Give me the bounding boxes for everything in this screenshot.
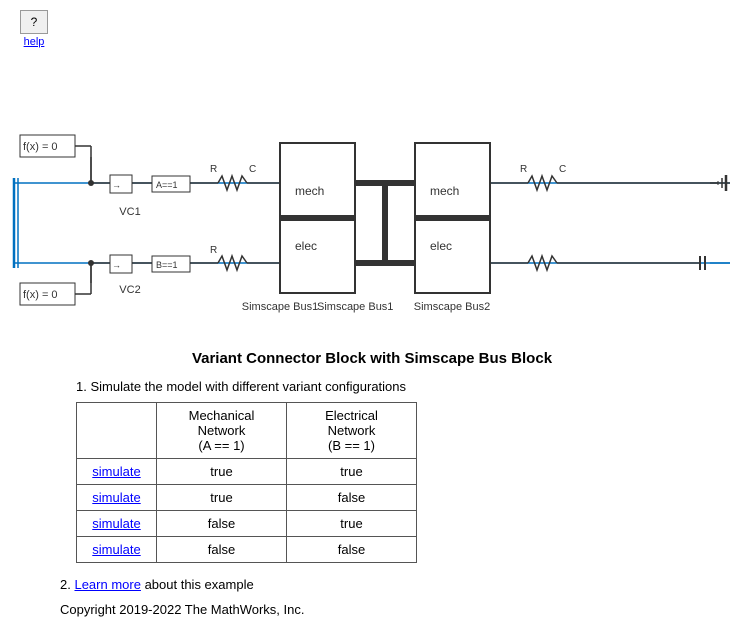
svg-text:VC2: VC2 [119, 284, 140, 296]
elec-value: false [287, 485, 417, 511]
simulate-link[interactable]: simulate [92, 542, 140, 557]
elec-value: true [287, 459, 417, 485]
svg-text:R: R [520, 164, 527, 175]
step1-description: Simulate the model with different varian… [90, 379, 406, 394]
mech-value: true [157, 485, 287, 511]
svg-text:mech: mech [295, 184, 324, 198]
elec-value: true [287, 511, 417, 537]
svg-text:Simscape Bus1: Simscape Bus1 [242, 301, 318, 313]
table-row: simulate truefalse [77, 485, 417, 511]
svg-text:elec: elec [295, 239, 317, 253]
svg-text:A==1: A==1 [156, 180, 178, 190]
col1-header [77, 403, 157, 459]
svg-text:f(x) = 0: f(x) = 0 [23, 289, 58, 301]
svg-text:R: R [210, 164, 217, 175]
simulate-link[interactable]: simulate [92, 516, 140, 531]
table-row: simulate falsefalse [77, 537, 417, 563]
svg-text:→: → [112, 180, 121, 190]
simulate-link[interactable]: simulate [92, 464, 140, 479]
table-body: simulatetruetruesimulatetruefalsesimulat… [77, 459, 417, 563]
simulate-cell: simulate [77, 459, 157, 485]
col2-header: Mechanical Network(A == 1) [157, 403, 287, 459]
mech-value: false [157, 511, 287, 537]
table-row: simulate falsetrue [77, 511, 417, 537]
table-row: simulate truetrue [77, 459, 417, 485]
config-table: Mechanical Network(A == 1) Electrical Ne… [76, 402, 417, 563]
step1-text: 1. Simulate the model with different var… [76, 379, 684, 394]
step2-number: 2. [60, 577, 71, 592]
svg-text:mech: mech [430, 184, 459, 198]
simulate-cell: simulate [77, 485, 157, 511]
svg-text:elec: elec [430, 239, 452, 253]
copyright-text: Copyright 2019-2022 The MathWorks, Inc. [60, 602, 684, 617]
content-area: Variant Connector Block with Simscape Bu… [0, 340, 744, 637]
learn-more-link[interactable]: Learn more [74, 577, 140, 592]
simulate-cell: simulate [77, 511, 157, 537]
simulate-cell: simulate [77, 537, 157, 563]
step2-item: 2. Learn more about this example [60, 577, 684, 592]
step2-rest-text: about this example [141, 577, 254, 592]
diagram-svg: f(x) = 0 → VC1 A==1 R C f(x) = 0 → VC2 B… [0, 0, 744, 340]
table-header-row: Mechanical Network(A == 1) Electrical Ne… [77, 403, 417, 459]
simulate-link[interactable]: simulate [92, 490, 140, 505]
svg-text:C: C [559, 164, 566, 175]
svg-text:→: → [112, 260, 121, 270]
page-title: Variant Connector Block with Simscape Bu… [60, 350, 684, 367]
step1-number: 1. [76, 379, 87, 394]
svg-text:Simscape Bus1: Simscape Bus1 [317, 301, 393, 313]
mech-value: true [157, 459, 287, 485]
svg-text:R: R [210, 245, 217, 256]
diagram-area: f(x) = 0 → VC1 A==1 R C f(x) = 0 → VC2 B… [0, 0, 744, 340]
svg-text:VC1: VC1 [119, 206, 140, 218]
elec-value: false [287, 537, 417, 563]
col3-header: Electrical Network(B == 1) [287, 403, 417, 459]
step1-item: 1. Simulate the model with different var… [60, 379, 684, 563]
svg-text:B==1: B==1 [156, 260, 178, 270]
svg-text:Simscape Bus2: Simscape Bus2 [414, 301, 490, 313]
svg-text:C: C [249, 164, 256, 175]
mech-value: false [157, 537, 287, 563]
svg-text:f(x) = 0: f(x) = 0 [23, 141, 58, 153]
